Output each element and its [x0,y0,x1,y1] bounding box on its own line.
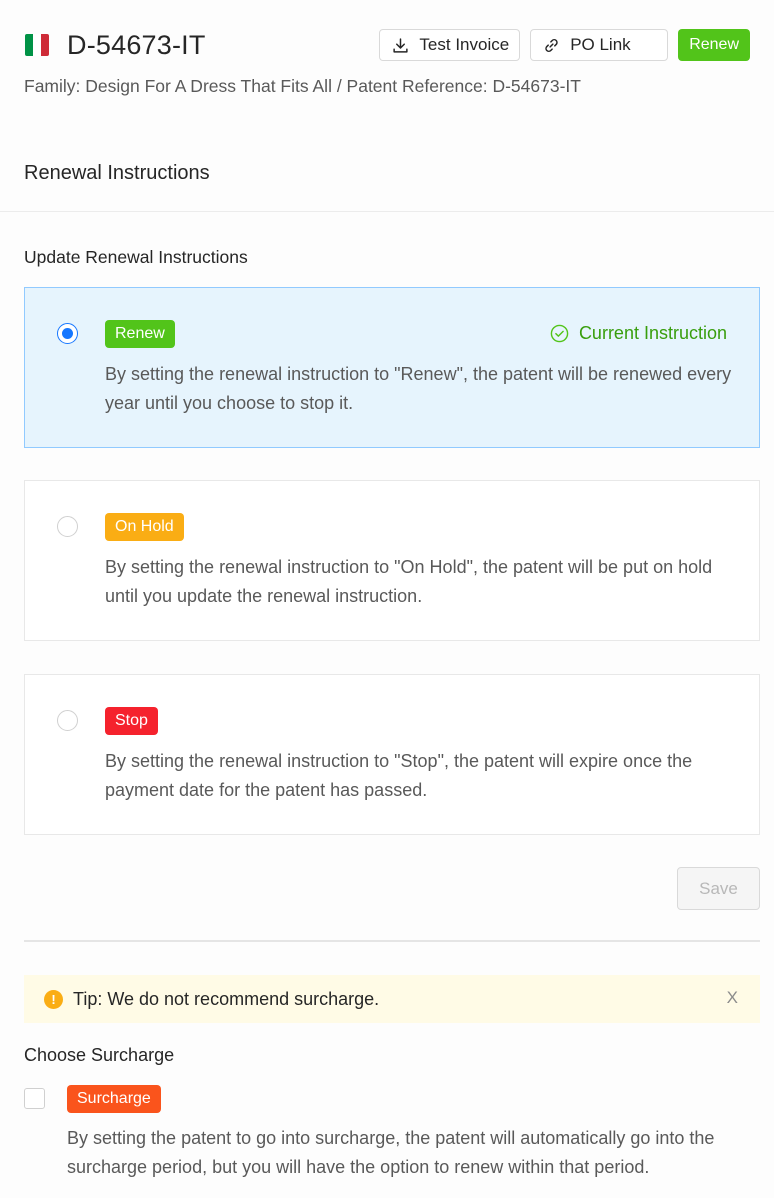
tip-text: Tip: We do not recommend surcharge. [73,988,380,1009]
check-circle-icon [550,324,569,343]
on-hold-description: By setting the renewal instruction to "O… [105,557,713,606]
renew-tag: Renew [105,320,175,348]
radio-renew[interactable] [57,323,78,344]
stop-description: By setting the renewal instruction to "S… [105,751,693,800]
divider [0,211,774,212]
close-icon[interactable]: X [727,988,738,1008]
warning-icon: ! [44,989,63,1009]
on-hold-tag: On Hold [105,513,184,541]
page-title: D-54673-IT [67,30,206,60]
radio-on-hold[interactable] [57,516,78,537]
renew-status-button[interactable]: Renew [678,29,750,61]
test-invoice-label: Test Invoice [419,35,510,54]
surcharge-checkbox[interactable] [24,1088,45,1109]
radio-stop[interactable] [57,710,78,731]
family-reference-text: Family: Design For A Dress That Fits All… [24,76,581,96]
option-on-hold[interactable]: On Hold By setting the renewal instructi… [24,480,760,641]
italy-flag-icon [25,34,49,56]
po-link-label: PO Link [570,35,631,54]
current-instruction-label: Current Instruction [578,323,727,343]
po-link-button[interactable]: PO Link [530,29,669,61]
current-instruction-indicator: Current Instruction [550,323,727,344]
test-invoice-button[interactable]: Test Invoice [379,29,521,61]
header-actions: Test Invoice PO Link Renew [379,29,750,61]
save-button[interactable]: Save [677,867,760,910]
page-header: D-54673-IT Test Invoice PO Link Renew [24,28,750,64]
stop-tag: Stop [105,707,158,735]
option-renew[interactable]: Renew Current Instruction By setting the… [24,287,760,448]
choose-surcharge-heading: Choose Surcharge [24,1045,175,1065]
surcharge-description: By setting the patent to go into surchar… [67,1128,715,1177]
tip-alert: ! Tip: We do not recommend surcharge. X [24,975,760,1023]
download-icon [393,37,409,53]
update-instructions-heading: Update Renewal Instructions [24,247,248,267]
section-title: Renewal Instructions [24,162,210,184]
surcharge-tag: Surcharge [67,1085,161,1113]
divider [24,940,760,942]
link-icon [545,38,558,52]
option-stop[interactable]: Stop By setting the renewal instruction … [24,674,760,835]
renew-description: By setting the renewal instruction to "R… [105,364,732,413]
